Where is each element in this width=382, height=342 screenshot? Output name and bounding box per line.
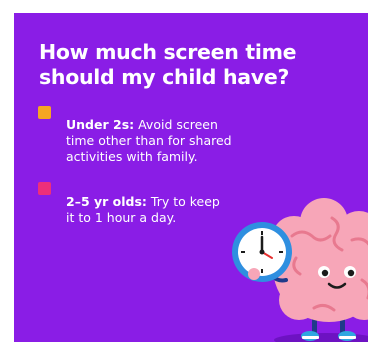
clock-icon (232, 222, 292, 282)
item-text-line-2: time other than for shared (66, 133, 232, 148)
info-card: How much screen time should my child hav… (14, 13, 368, 342)
list-item-2-5-yr-olds: 2–5 yr olds: Try to keep it to 1 hour a … (66, 194, 220, 226)
list-item-under-2s: Under 2s: Avoid screen time other than f… (66, 117, 232, 165)
item-text-line-2: it to 1 hour a day. (66, 210, 177, 225)
title-line-2: should my child have? (39, 65, 290, 89)
item-text-line-3: activities with family. (66, 149, 198, 164)
item-text-line-1: Avoid screen (134, 117, 218, 132)
brain-character-illustration (232, 198, 368, 342)
item-label: 2–5 yr olds: (66, 194, 147, 209)
title-line-1: How much screen time (39, 40, 297, 64)
item-text-line-1: Try to keep (146, 194, 220, 209)
card-title: How much screen time should my child hav… (39, 40, 359, 90)
item-label: Under 2s: (66, 117, 135, 132)
bullet-square-orange (38, 106, 51, 119)
bullet-square-pink (38, 182, 51, 195)
